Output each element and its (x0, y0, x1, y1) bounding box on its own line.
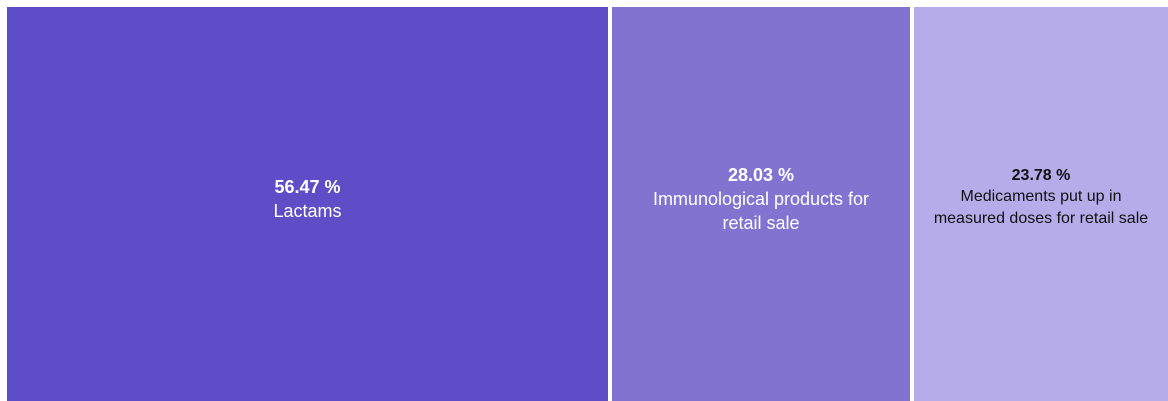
tile-value-label: 23.78 % (1011, 166, 1071, 184)
treemap-tile[interactable]: 28.03 % Immunological products for retail… (612, 7, 910, 401)
treemap-tile[interactable]: 56.47 % Lactams (7, 7, 608, 401)
tile-label: 28.03 % Immunological products for retail… (632, 163, 890, 236)
tile-label: 23.78 % Medicaments put up in measured do… (930, 165, 1152, 230)
tile-value-label: 56.47 % (274, 176, 341, 197)
tile-category-label: Lactams (273, 201, 342, 221)
tile-label: 56.47 % Lactams (273, 175, 341, 224)
tile-value-label: 28.03 % (727, 164, 795, 185)
treemap-chart: 56.47 % Lactams 28.03 % Immunological produ… (0, 0, 1168, 401)
treemap-tile[interactable]: 23.78 % Medicaments put up in measured do… (914, 7, 1168, 401)
tile-category-label: Immunological products for retail sale (652, 188, 870, 234)
tile-category-label: Medicaments put up in measured doses for… (933, 188, 1149, 227)
